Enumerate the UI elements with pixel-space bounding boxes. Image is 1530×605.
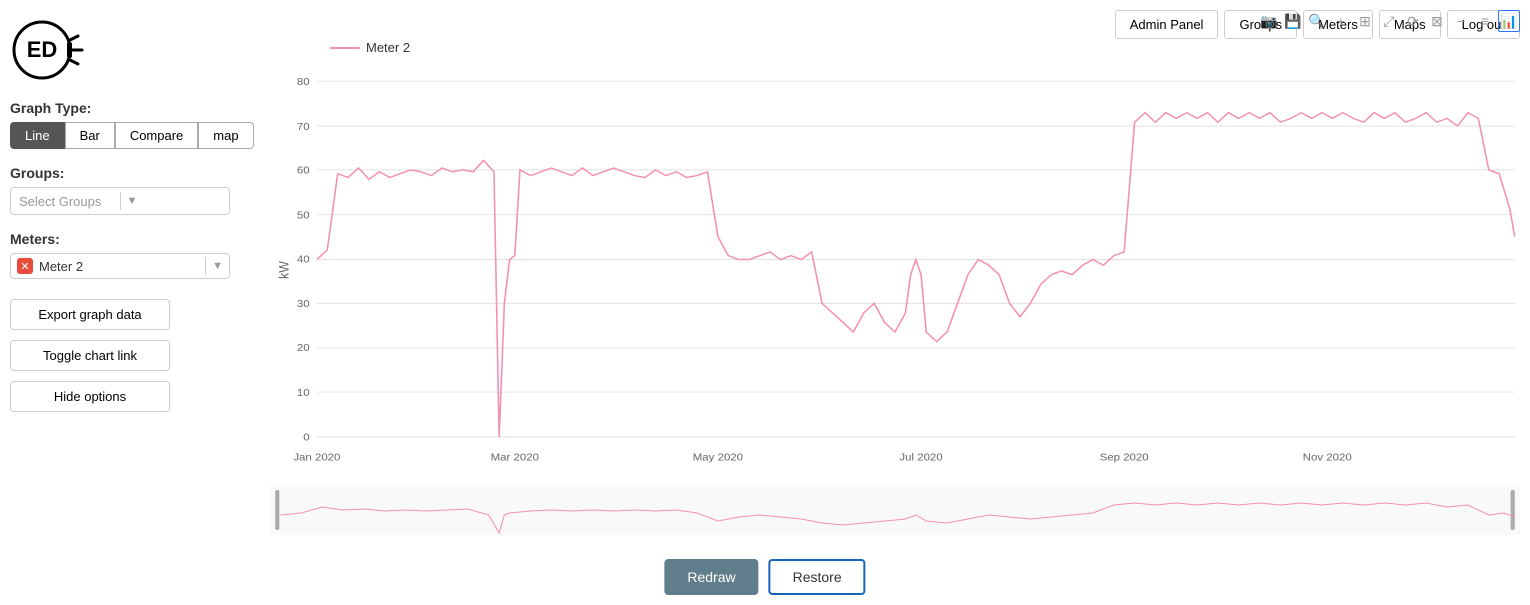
zoom-out-icon[interactable]: − <box>1450 10 1472 32</box>
groups-divider <box>120 192 121 210</box>
autoscale-icon[interactable]: ⤢ <box>1378 10 1400 32</box>
redraw-button[interactable]: Redraw <box>664 559 758 595</box>
graph-type-label: Graph Type: <box>10 100 260 116</box>
logo: ED <box>10 10 90 90</box>
svg-text:Jul 2020: Jul 2020 <box>899 452 942 463</box>
svg-text:10: 10 <box>297 387 310 398</box>
groups-caret-icon: ▼ <box>127 195 222 207</box>
svg-text:20: 20 <box>297 342 310 353</box>
svg-text:Sep 2020: Sep 2020 <box>1100 452 1149 463</box>
meters-label: Meters: <box>10 231 260 247</box>
reset-icon[interactable]: ⟳ <box>1402 10 1424 32</box>
hide-options-button[interactable]: Hide options <box>10 381 170 412</box>
chart-legend: Meter 2 <box>330 40 410 55</box>
svg-text:80: 80 <box>297 76 310 87</box>
svg-text:May 2020: May 2020 <box>693 452 743 463</box>
svg-text:Nov 2020: Nov 2020 <box>1303 452 1352 463</box>
meters-section: Meters: ✕ Meter 2 ▼ <box>10 231 260 279</box>
graph-type-map[interactable]: map <box>198 122 253 149</box>
mini-chart <box>270 485 1520 535</box>
zoom-icon[interactable]: 🔍 <box>1306 10 1328 32</box>
pan-icon[interactable]: ≡ <box>1474 10 1496 32</box>
svg-text:Jan 2020: Jan 2020 <box>293 452 340 463</box>
meter-remove-button[interactable]: ✕ <box>17 258 33 274</box>
groups-placeholder: Select Groups <box>19 194 114 209</box>
groups-select[interactable]: Select Groups ▼ <box>10 187 230 215</box>
graph-type-line[interactable]: Line <box>10 122 65 149</box>
graph-type-selector: Line Bar Compare map <box>10 122 260 149</box>
svg-text:70: 70 <box>297 121 310 132</box>
meter-divider <box>205 257 206 275</box>
bottom-buttons: Redraw Restore <box>664 559 865 595</box>
restore-button[interactable]: Restore <box>769 559 866 595</box>
groups-label: Groups: <box>10 165 260 181</box>
svg-text:60: 60 <box>297 165 310 176</box>
svg-text:40: 40 <box>297 254 310 265</box>
meter-name: Meter 2 <box>39 259 199 274</box>
chart-toolbar: 📷 💾 🔍 + ⊞ ⤢ ⟳ ⊠ − ≡ 📊 <box>1258 10 1520 32</box>
svg-text:50: 50 <box>297 210 310 221</box>
export-graph-data-button[interactable]: Export graph data <box>10 299 170 330</box>
bar-chart-icon[interactable]: 📊 <box>1498 10 1520 32</box>
legend-line <box>330 47 360 49</box>
meter-tag: ✕ Meter 2 ▼ <box>10 253 230 279</box>
graph-type-compare[interactable]: Compare <box>115 122 198 149</box>
svg-text:Mar 2020: Mar 2020 <box>491 452 539 463</box>
svg-text:ED: ED <box>27 37 58 62</box>
save-icon[interactable]: 💾 <box>1282 10 1304 32</box>
graph-type-bar[interactable]: Bar <box>65 122 115 149</box>
svg-text:30: 30 <box>297 299 310 310</box>
groups-section: Groups: Select Groups ▼ <box>10 165 260 215</box>
legend-label: Meter 2 <box>366 40 410 55</box>
sidebar: Graph Type: Line Bar Compare map Groups:… <box>10 100 260 422</box>
zoom-in-icon[interactable]: + <box>1330 10 1352 32</box>
chart-container: 📷 💾 🔍 + ⊞ ⤢ ⟳ ⊠ − ≡ 📊 Meter 2 kW 0 10 20… <box>270 10 1520 555</box>
main-chart: kW 0 10 20 30 40 50 60 70 80 Jan 2020 Ma… <box>270 65 1520 475</box>
svg-text:kW: kW <box>276 260 292 279</box>
toggle-chart-link-button[interactable]: Toggle chart link <box>10 340 170 371</box>
svg-text:0: 0 <box>303 432 309 443</box>
toggle-spike-icon[interactable]: ⊠ <box>1426 10 1448 32</box>
meter-caret-icon: ▼ <box>212 260 223 272</box>
zoom-box-icon[interactable]: ⊞ <box>1354 10 1376 32</box>
camera-icon[interactable]: 📷 <box>1258 10 1280 32</box>
